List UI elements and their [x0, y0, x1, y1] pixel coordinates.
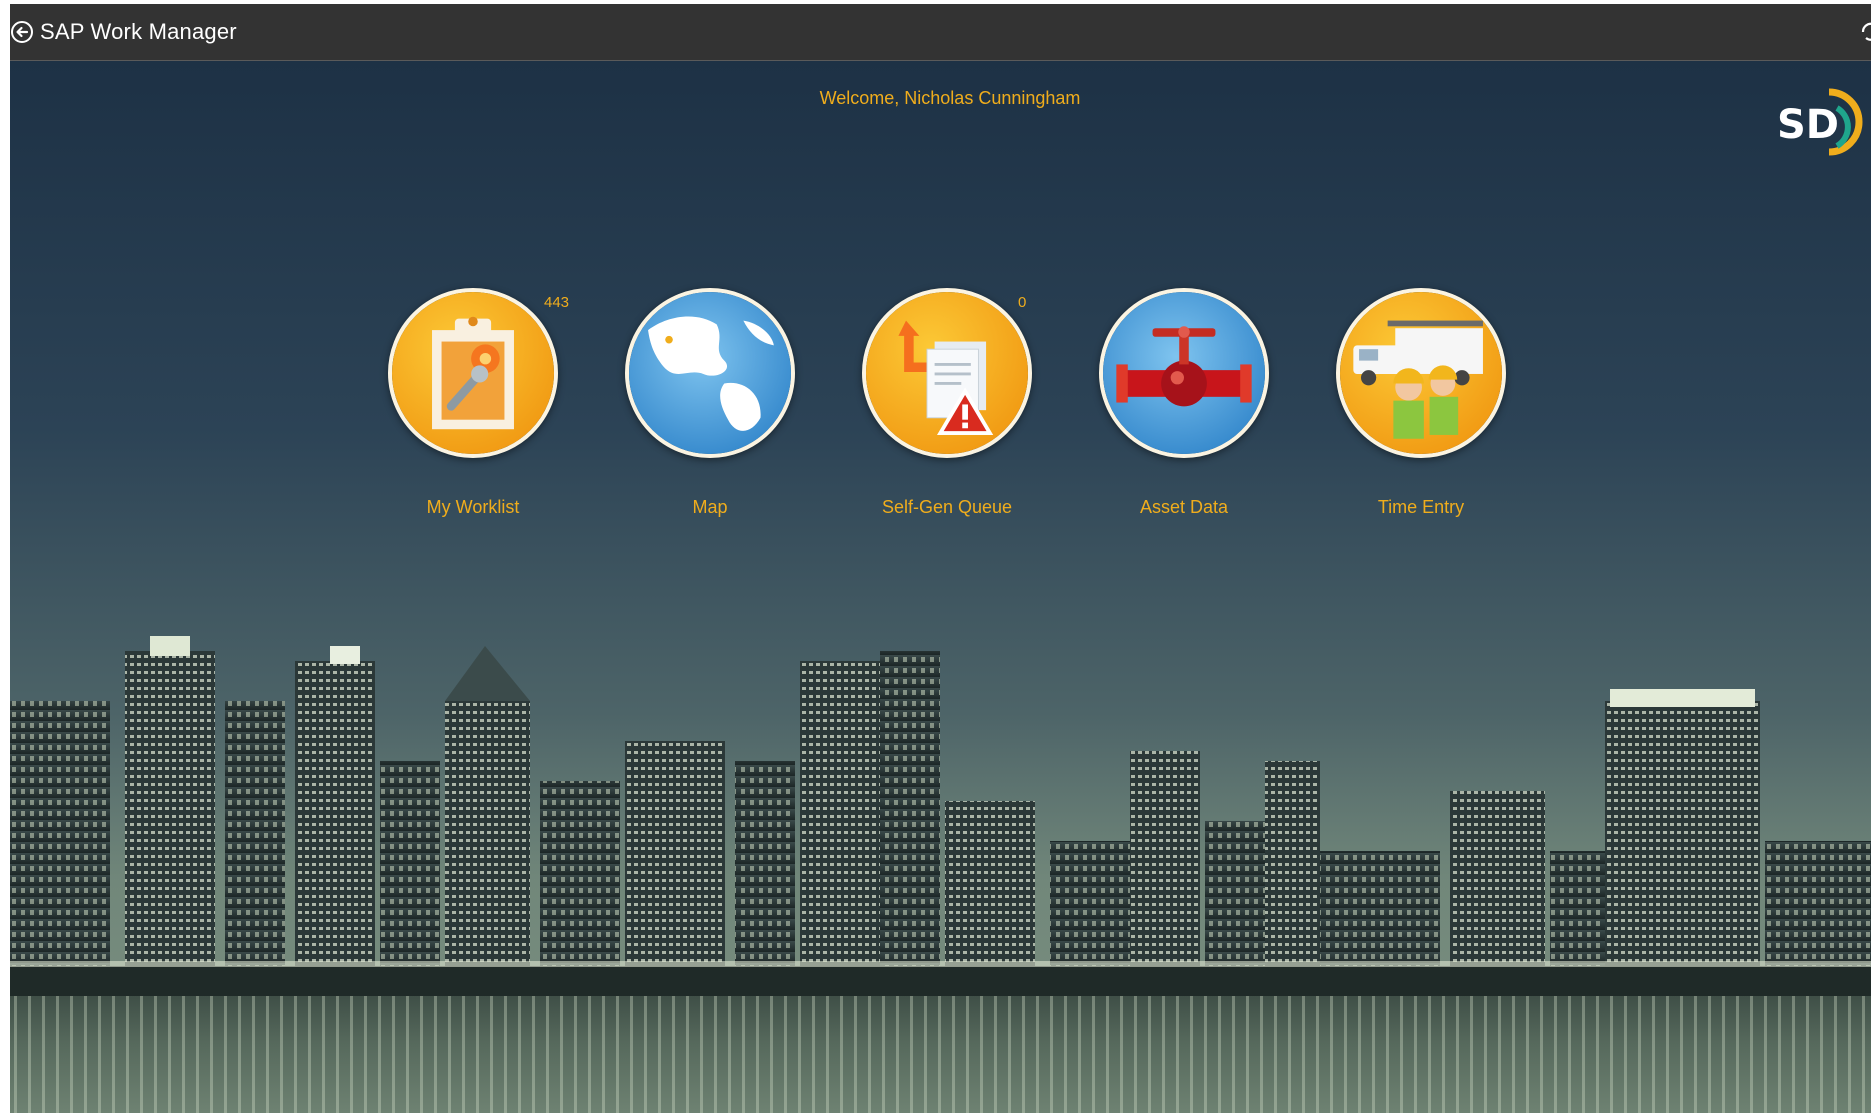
back-arrow-circle-icon[interactable]	[10, 20, 34, 44]
welcome-message: Welcome, Nicholas Cunningham	[819, 88, 1081, 108]
city-skyline-background	[10, 61, 1871, 1113]
tile-label: Time Entry	[1377, 497, 1465, 517]
tile-label: Map	[692, 497, 728, 517]
clipboard-wrench-icon	[388, 288, 558, 458]
tile-map[interactable]: Map	[593, 288, 795, 528]
app-window: SAP Work Manager Welcome, Nicholas Cunni…	[10, 4, 1871, 1113]
tile-asset-data[interactable]: Asset Data	[1067, 288, 1269, 528]
truck-workers-icon	[1336, 288, 1506, 458]
worklist-count-badge: 443	[544, 294, 570, 311]
tile-label: My Worklist	[426, 497, 520, 517]
document-warning-icon	[862, 288, 1032, 458]
tile-label: Self-Gen Queue	[881, 497, 1013, 517]
queue-count-badge: 0	[1018, 294, 1027, 311]
refresh-icon[interactable]	[1859, 20, 1871, 44]
sdge-logo: SD	[1771, 88, 1863, 160]
tile-my-worklist[interactable]: 443 My Worklist	[356, 288, 569, 528]
pipe-valve-icon	[1099, 288, 1269, 458]
logo-text: SD	[1777, 102, 1839, 148]
app-title: SAP Work Manager	[40, 19, 237, 44]
tile-time-entry[interactable]: Time Entry	[1304, 288, 1506, 528]
app-header: SAP Work Manager	[10, 4, 1871, 61]
tile-label: Asset Data	[1139, 497, 1229, 517]
globe-icon	[625, 288, 795, 458]
tile-self-gen-queue[interactable]: 0 Self-Gen Queue	[830, 288, 1032, 528]
